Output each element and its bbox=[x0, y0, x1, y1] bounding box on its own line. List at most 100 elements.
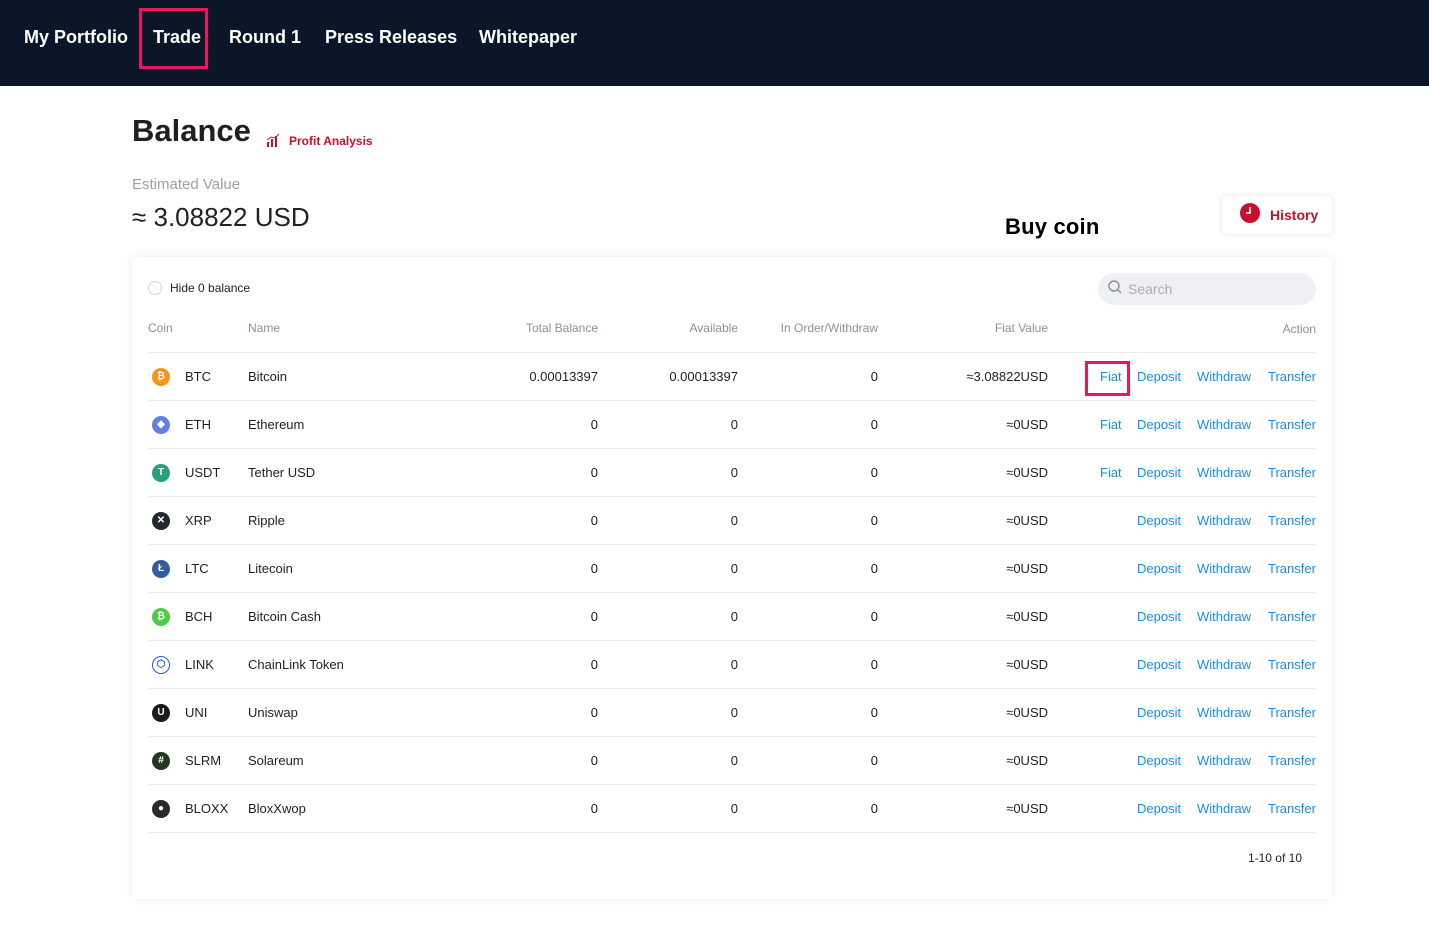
slrm-icon: # bbox=[152, 752, 170, 770]
available-balance: 0 bbox=[730, 609, 738, 624]
top-nav: My Portfolio Trade Round 1 Press Release… bbox=[0, 0, 1429, 86]
deposit-button[interactable]: Deposit bbox=[1137, 353, 1181, 400]
search-icon bbox=[1108, 279, 1122, 299]
available-balance: 0 bbox=[730, 705, 738, 720]
radio-circle-icon bbox=[148, 281, 162, 295]
bar-chart-icon bbox=[266, 133, 281, 150]
xrp-icon: ✕ bbox=[152, 512, 170, 530]
transfer-button[interactable]: Transfer bbox=[1268, 785, 1316, 832]
coin-name: Ripple bbox=[248, 513, 285, 528]
fiat-value: ≈0USD bbox=[1006, 561, 1048, 576]
withdraw-button[interactable]: Withdraw bbox=[1197, 401, 1251, 448]
withdraw-button[interactable]: Withdraw bbox=[1197, 737, 1251, 784]
withdraw-button[interactable]: Withdraw bbox=[1197, 641, 1251, 688]
coin-name: Litecoin bbox=[248, 561, 293, 576]
in-order-amount: 0 bbox=[870, 465, 878, 480]
in-order-amount: 0 bbox=[870, 609, 878, 624]
fiat-button[interactable]: Fiat bbox=[1100, 449, 1122, 496]
transfer-button[interactable]: Transfer bbox=[1268, 449, 1316, 496]
deposit-button[interactable]: Deposit bbox=[1137, 497, 1181, 544]
estimated-value-label: Estimated Value bbox=[132, 176, 241, 193]
ltc-icon: Ł bbox=[152, 560, 170, 578]
total-balance: 0 bbox=[590, 753, 598, 768]
available-balance: 0.00013397 bbox=[669, 369, 738, 384]
coin-symbol: BLOXX bbox=[185, 801, 229, 816]
coin-symbol: ETH bbox=[185, 417, 211, 432]
total-balance: 0.00013397 bbox=[529, 369, 598, 384]
withdraw-button[interactable]: Withdraw bbox=[1197, 689, 1251, 736]
coin-symbol: BCH bbox=[185, 609, 213, 624]
nav-press-releases[interactable]: Press Releases bbox=[325, 24, 457, 50]
total-balance: 0 bbox=[590, 465, 598, 480]
withdraw-button[interactable]: Withdraw bbox=[1197, 785, 1251, 832]
total-balance: 0 bbox=[590, 801, 598, 816]
deposit-button[interactable]: Deposit bbox=[1137, 641, 1181, 688]
table-row: ₿ BCH Bitcoin Cash 0 0 0 ≈0USD Deposit W… bbox=[148, 592, 1316, 640]
hide-zero-label: Hide 0 balance bbox=[170, 281, 251, 295]
fiat-value: ≈0USD bbox=[1006, 753, 1048, 768]
withdraw-button[interactable]: Withdraw bbox=[1197, 545, 1251, 592]
transfer-button[interactable]: Transfer bbox=[1268, 545, 1316, 592]
deposit-button[interactable]: Deposit bbox=[1137, 785, 1181, 832]
in-order-amount: 0 bbox=[870, 369, 878, 384]
deposit-button[interactable]: Deposit bbox=[1137, 689, 1181, 736]
hide-zero-balance-toggle[interactable]: Hide 0 balance bbox=[148, 281, 250, 295]
fiat-button[interactable]: Fiat bbox=[1100, 353, 1122, 400]
table-row: ◆ ETH Ethereum 0 0 0 ≈0USD Fiat Deposit … bbox=[148, 400, 1316, 448]
transfer-button[interactable]: Transfer bbox=[1268, 593, 1316, 640]
deposit-button[interactable]: Deposit bbox=[1137, 449, 1181, 496]
in-order-amount: 0 bbox=[870, 753, 878, 768]
withdraw-button[interactable]: Withdraw bbox=[1197, 593, 1251, 640]
deposit-button[interactable]: Deposit bbox=[1137, 593, 1181, 640]
deposit-button[interactable]: Deposit bbox=[1137, 737, 1181, 784]
fiat-value: ≈0USD bbox=[1006, 513, 1048, 528]
table-row: # SLRM Solareum 0 0 0 ≈0USD Deposit With… bbox=[148, 736, 1316, 784]
in-order-amount: 0 bbox=[870, 801, 878, 816]
eth-icon: ◆ bbox=[152, 416, 170, 434]
total-balance: 0 bbox=[590, 561, 598, 576]
nav-my-portfolio[interactable]: My Portfolio bbox=[24, 24, 128, 50]
table-row: ₿ BTC Bitcoin 0.00013397 0.00013397 0 ≈3… bbox=[148, 352, 1316, 400]
transfer-button[interactable]: Transfer bbox=[1268, 497, 1316, 544]
table-row: U UNI Uniswap 0 0 0 ≈0USD Deposit Withdr… bbox=[148, 688, 1316, 736]
deposit-button[interactable]: Deposit bbox=[1137, 401, 1181, 448]
withdraw-button[interactable]: Withdraw bbox=[1197, 353, 1251, 400]
trade-highlight-box bbox=[139, 8, 208, 69]
col-header-fiat-value: Fiat Value bbox=[994, 321, 1048, 335]
withdraw-button[interactable]: Withdraw bbox=[1197, 449, 1251, 496]
fiat-value: ≈0USD bbox=[1006, 801, 1048, 816]
buy-coin-annotation: Buy coin bbox=[1005, 214, 1100, 239]
nav-whitepaper[interactable]: Whitepaper bbox=[479, 24, 577, 50]
transfer-button[interactable]: Transfer bbox=[1268, 641, 1316, 688]
table-row: ✕ XRP Ripple 0 0 0 ≈0USD Deposit Withdra… bbox=[148, 496, 1316, 544]
uni-icon: U bbox=[152, 704, 170, 722]
transfer-button[interactable]: Transfer bbox=[1268, 737, 1316, 784]
fiat-button[interactable]: Fiat bbox=[1100, 401, 1122, 448]
available-balance: 0 bbox=[730, 801, 738, 816]
withdraw-button[interactable]: Withdraw bbox=[1197, 497, 1251, 544]
profit-analysis-link[interactable]: Profit Analysis bbox=[266, 132, 373, 150]
col-header-action: Action bbox=[1282, 322, 1316, 336]
transfer-button[interactable]: Transfer bbox=[1268, 401, 1316, 448]
coin-symbol: LTC bbox=[185, 561, 209, 576]
in-order-amount: 0 bbox=[870, 561, 878, 576]
deposit-button[interactable]: Deposit bbox=[1137, 545, 1181, 592]
history-button[interactable]: History bbox=[1222, 196, 1332, 234]
balance-card: Hide 0 balance Coin Name Total Balance A… bbox=[132, 257, 1332, 899]
fiat-value: ≈3.08822USD bbox=[966, 369, 1048, 384]
transfer-button[interactable]: Transfer bbox=[1268, 689, 1316, 736]
coin-name: Ethereum bbox=[248, 417, 305, 432]
col-header-coin: Coin bbox=[148, 321, 173, 335]
coin-symbol: XRP bbox=[185, 513, 212, 528]
in-order-amount: 0 bbox=[870, 657, 878, 672]
table-row: Ł LTC Litecoin 0 0 0 ≈0USD Deposit Withd… bbox=[148, 544, 1316, 592]
usdt-icon: T bbox=[152, 464, 170, 482]
available-balance: 0 bbox=[730, 417, 738, 432]
search-input[interactable] bbox=[1128, 281, 1298, 297]
total-balance: 0 bbox=[590, 657, 598, 672]
nav-round-1[interactable]: Round 1 bbox=[229, 24, 301, 50]
available-balance: 0 bbox=[730, 513, 738, 528]
search-box bbox=[1098, 273, 1316, 305]
transfer-button[interactable]: Transfer bbox=[1268, 353, 1316, 400]
btc-icon: ₿ bbox=[152, 368, 170, 386]
